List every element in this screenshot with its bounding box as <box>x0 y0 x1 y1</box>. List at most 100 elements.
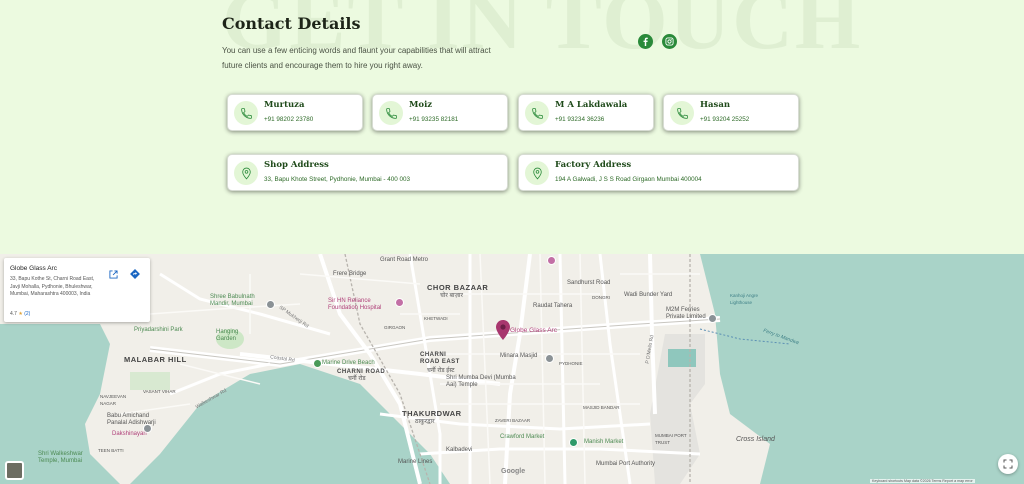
phone-icon <box>670 101 694 125</box>
contact-name: Murtuza <box>264 100 305 110</box>
map-label: CHARNI ROAD <box>337 369 386 375</box>
map-label: Minara Masjid <box>500 353 538 359</box>
section-intro: You can use a few enticing words and fla… <box>222 46 491 70</box>
map-label: Marine Lines <box>398 459 433 465</box>
map-base <box>0 254 1024 484</box>
contact-card-ma-lakdawala[interactable]: M A Lakdawala +91 93234 36236 <box>518 94 654 131</box>
map-label: Crawford Market <box>500 434 545 440</box>
ferry-poi-icon[interactable] <box>708 314 717 323</box>
map-label: Wadi Bunder Yard <box>624 292 673 298</box>
map-label: चोर बाज़ार <box>440 293 463 299</box>
map-footer[interactable]: Keyboard shortcuts Map data ©2026 Terms … <box>870 479 975 483</box>
contact-card-moiz[interactable]: Moiz +91 93235 82181 <box>372 94 508 131</box>
contact-card-murtuza[interactable]: Murtuza +91 98202 23780 <box>227 94 363 131</box>
star-icon: ★ <box>18 311 23 317</box>
external-link-icon <box>108 269 118 279</box>
place-name: Globe Glass Arc <box>10 265 57 272</box>
map-label: Shri Walkeshwar Temple, Mumbai <box>38 451 83 464</box>
map-label: KHETWADI <box>424 316 448 321</box>
map-label: CHARNI ROAD EAST <box>420 352 460 365</box>
factory-address-card[interactable]: Factory Address 194 A Galwadi, J S S Roa… <box>518 154 799 191</box>
map-label: चर्नी रोड <box>348 376 366 382</box>
pin-label: Globe Glass Arc <box>510 327 557 334</box>
map-label: TEEN BATTI <box>98 448 124 453</box>
contact-name: Hasan <box>700 100 731 110</box>
phone-icon <box>234 101 258 125</box>
map-label: Frere Bridge <box>333 271 367 277</box>
google-logo: Google <box>501 468 526 475</box>
map-label: Priyadarshini Park <box>134 327 183 333</box>
beach-poi-icon[interactable] <box>313 359 322 368</box>
map-label: Kalbadevi <box>446 447 473 453</box>
map-label: DONGRI <box>592 295 610 300</box>
location-icon <box>525 161 549 185</box>
place-info-card: Globe Glass Arc 33, Bapu Kothe St, Charn… <box>4 258 150 322</box>
fullscreen-icon <box>1003 459 1013 469</box>
open-in-maps-button[interactable] <box>106 267 120 281</box>
directions-button[interactable] <box>128 267 142 281</box>
contact-phone[interactable]: +91 93235 82181 <box>409 116 458 123</box>
hospital-poi-icon[interactable] <box>395 298 404 307</box>
contact-name: Moiz <box>409 100 433 110</box>
map-label: M2M Ferries Private Limited <box>666 307 706 320</box>
fullscreen-button[interactable] <box>998 454 1018 474</box>
location-icon <box>234 161 258 185</box>
map-label: Kanhoji Angre Lighthouse <box>730 293 759 305</box>
contact-card-hasan[interactable]: Hasan +91 93204 25252 <box>663 94 799 131</box>
contact-phone[interactable]: +91 98202 23780 <box>264 116 313 123</box>
map-label: NAVJEEVAN NAGAR <box>100 394 127 406</box>
phone-icon <box>525 101 549 125</box>
section-title: Contact Details <box>222 14 361 33</box>
contact-phone[interactable]: +91 93204 25252 <box>700 116 749 123</box>
embedded-map[interactable]: MALABAR HILL CHOR BAZAAR चोर बाज़ार CHAR… <box>0 254 1024 484</box>
phone-icon <box>379 101 403 125</box>
address-text: 194 A Galwadi, J S S Road Girgaon Mumbai… <box>555 176 702 183</box>
map-label: ठाकुरद्वार <box>415 419 435 425</box>
hospital-poi-icon[interactable] <box>547 256 556 265</box>
place-pin-icon[interactable] <box>496 320 510 340</box>
market-poi-icon[interactable] <box>569 438 578 447</box>
map-label: MUMBAI PORT TRUST <box>655 433 687 445</box>
place-rating: 4.7 ★ (2) <box>10 311 30 317</box>
directions-icon <box>130 269 140 279</box>
facebook-link[interactable] <box>638 34 653 49</box>
temple-poi-icon[interactable] <box>266 300 275 309</box>
place-address: 33, Bapu Kothe St, Charni Road East, Jav… <box>10 276 95 297</box>
map-label: Raudat Tahera <box>533 303 573 309</box>
map-label: THAKURDWAR <box>402 409 462 418</box>
satellite-toggle-button[interactable] <box>5 461 24 480</box>
contact-name: M A Lakdawala <box>555 100 628 110</box>
map-label: MASJID BANDAR <box>583 405 620 410</box>
map-label: Grant Road Metro <box>380 257 429 263</box>
address-title: Shop Address <box>264 160 329 170</box>
mosque-poi-icon[interactable] <box>545 354 554 363</box>
map-label: Manish Market <box>584 439 624 445</box>
map-label: चर्नी रोड ईस्ट <box>427 368 455 374</box>
map-label: Dakshinayan <box>112 431 147 437</box>
map-label: Shri Mumba Devi (Mumba Aai) Temple <box>446 375 516 388</box>
facebook-icon <box>643 37 648 46</box>
map-label: Sandhurst Road <box>567 280 611 286</box>
map-label: Sir HN Reliance Foundation Hospital <box>328 298 382 311</box>
map-label: Mumbai Port Authority <box>596 461 656 467</box>
map-label: Babu Amichand Panalal Adishwarji <box>107 413 156 426</box>
instagram-icon <box>665 37 674 46</box>
address-text: 33, Bapu Khote Street, Pydhonie, Mumbai … <box>264 176 410 183</box>
contact-phone[interactable]: +91 93234 36236 <box>555 116 604 123</box>
instagram-link[interactable] <box>662 34 677 49</box>
map-label: PYDHONIE <box>559 361 583 366</box>
map-label: Marine Drive Beach <box>322 360 375 366</box>
address-title: Factory Address <box>555 160 632 170</box>
temple-poi-icon[interactable] <box>143 424 152 433</box>
contact-section: GET IN TOUCH Contact Details You can use… <box>0 0 1024 254</box>
map-label: MALABAR HILL <box>124 355 187 364</box>
rating-value: 4.7 <box>10 311 17 317</box>
map-label: GIRGAON <box>384 325 406 330</box>
map-label: Cross Island <box>736 436 775 443</box>
map-label: CHOR BAZAAR <box>427 283 489 292</box>
map-label: Hanging Garden <box>216 329 239 342</box>
map-label: ZAVERI BAZAAR <box>495 418 531 423</box>
shop-address-card[interactable]: Shop Address 33, Bapu Khote Street, Pydh… <box>227 154 508 191</box>
review-count[interactable]: (2) <box>24 311 30 317</box>
map-label: Shree Babulnath Mandir, Mumbai <box>210 294 255 307</box>
